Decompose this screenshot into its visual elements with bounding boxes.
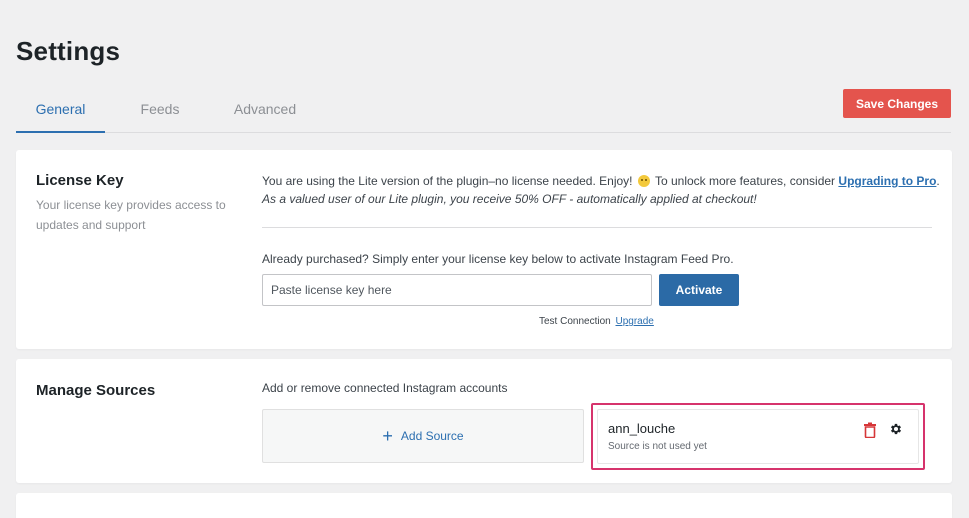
license-key-heading: License Key: [36, 172, 124, 189]
discount-note: As a valued user of our Lite plugin, you…: [262, 192, 757, 206]
save-changes-button[interactable]: Save Changes: [843, 89, 951, 118]
gear-icon[interactable]: [889, 422, 903, 436]
upgrading-to-pro-link[interactable]: Upgrading to Pro: [838, 174, 936, 188]
tab-advanced[interactable]: Advanced: [224, 88, 306, 132]
test-connection-label: Test Connection: [539, 316, 611, 327]
next-settings-card: [16, 493, 952, 518]
sources-description: Add or remove connected Instagram accoun…: [262, 381, 508, 395]
trash-icon[interactable]: [863, 422, 877, 438]
license-key-subtitle: Your license key provides access to upda…: [36, 198, 226, 232]
lite-notice-text: You are using the Lite version of the pl…: [262, 174, 633, 188]
manage-sources-card: Manage Sources Add or remove connected I…: [16, 359, 952, 483]
source-status: Source is not used yet: [608, 441, 707, 452]
source-card-highlight: ann_louche Source is not used yet: [591, 403, 925, 470]
lite-notice-middle: To unlock more features, consider: [654, 174, 836, 188]
plus-icon: +: [382, 426, 393, 446]
tab-feeds[interactable]: Feeds: [126, 88, 194, 132]
source-name: ann_louche: [608, 421, 676, 436]
license-key-input[interactable]: [262, 274, 652, 306]
test-connection: Test Connection Upgrade: [539, 316, 654, 327]
manage-sources-heading: Manage Sources: [36, 382, 156, 399]
page-title: Settings: [16, 36, 121, 66]
lite-notice: You are using the Lite version of the pl…: [262, 174, 940, 188]
lite-notice-suffix: .: [936, 174, 940, 188]
divider: [262, 227, 932, 228]
smiley-icon: [637, 175, 650, 187]
add-source-button[interactable]: + Add Source: [262, 409, 584, 463]
already-purchased-text: Already purchased? Simply enter your lic…: [262, 252, 734, 266]
add-source-label: Add Source: [400, 429, 464, 443]
tab-general[interactable]: General: [16, 88, 105, 133]
activate-button[interactable]: Activate: [659, 274, 739, 306]
settings-tabs: General Feeds Advanced: [16, 88, 951, 133]
source-item: ann_louche Source is not used yet: [597, 409, 919, 464]
license-key-card: License Key Your license key provides ac…: [16, 150, 952, 349]
upgrade-link[interactable]: Upgrade: [616, 316, 654, 327]
